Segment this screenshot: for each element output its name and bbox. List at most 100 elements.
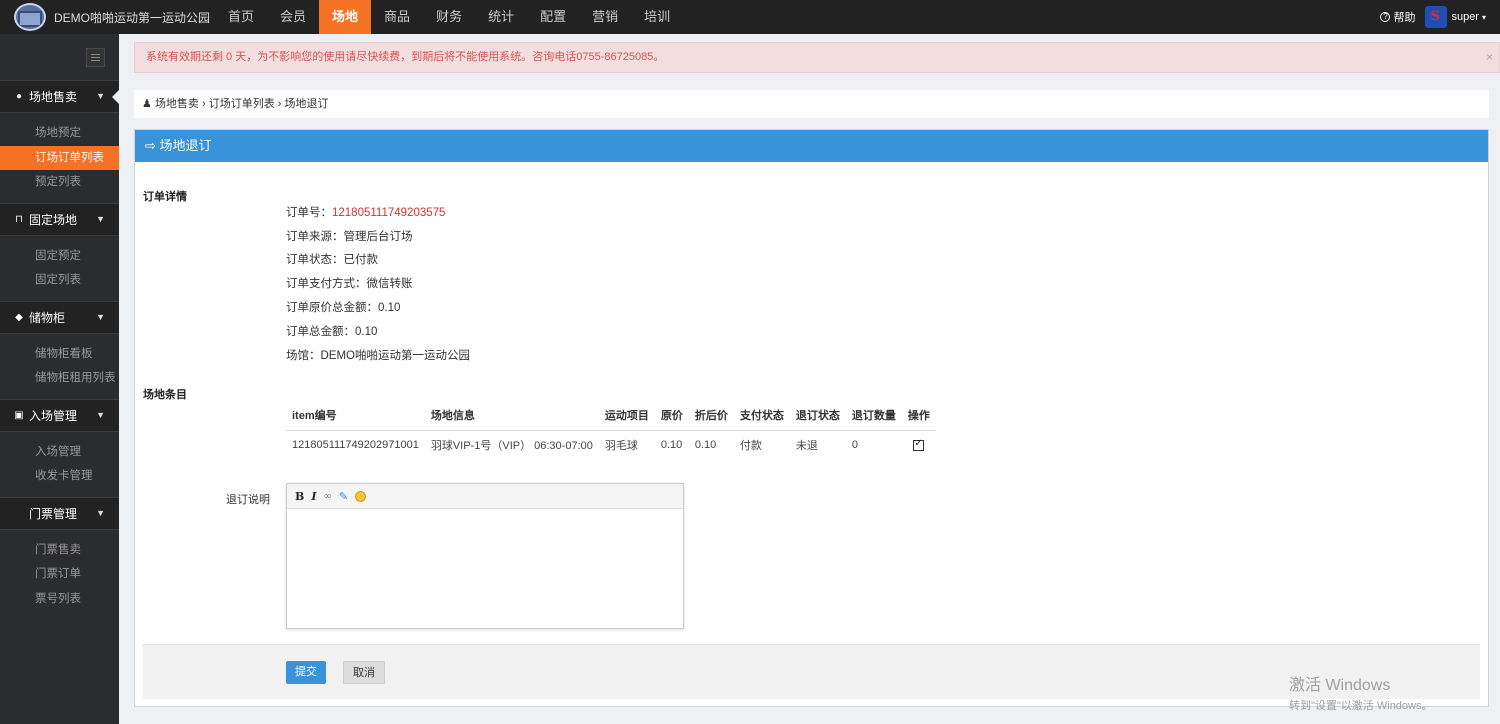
order-venue: 场馆：DEMO啪啪运动第一运动公园 — [286, 347, 470, 363]
brand[interactable]: DEMO啪啪运动第一运动公园 — [0, 0, 215, 34]
pencil-icon[interactable]: ✎ — [339, 490, 348, 503]
sidebar-group-label: 场地售卖 — [29, 90, 78, 104]
order-original-total: 订单原价总金额：0.10 — [286, 299, 400, 315]
watermark-title: 激活 Windows — [1289, 677, 1391, 694]
nav-item-home[interactable]: 首页 — [215, 0, 267, 34]
order-details-title: 订单详情 — [143, 191, 187, 203]
sidebar-item-fixed-booking[interactable]: 固定预定 — [0, 244, 119, 269]
nav-item-members[interactable]: 会员 — [267, 0, 319, 34]
chevron-down-icon: ▼ — [96, 409, 105, 420]
menu-toggle-icon[interactable] — [86, 47, 105, 67]
venue-items-title: 场地条目 — [143, 389, 187, 401]
row-action — [902, 430, 936, 460]
form-actions: 提交 取消 — [143, 644, 1480, 699]
column-header: 退订状态 — [789, 401, 846, 431]
refund-note-textarea[interactable] — [287, 509, 683, 628]
payment-method-value: 微信转账 — [366, 278, 413, 290]
sidebar-group-items: 门票售卖 门票订单 票号列表 — [0, 530, 119, 620]
sidebar-item-order-list[interactable]: 订场订单列表 — [0, 145, 119, 170]
sidebar-group-entry[interactable]: ▣ 入场管理 ▼ — [0, 398, 119, 432]
sidebar-item-locker-board[interactable]: 储物柜看板 — [0, 342, 119, 367]
refund-qty: 0 — [851, 439, 858, 452]
venue-value: DEMO啪啪运动第一运动公园 — [320, 350, 471, 362]
nav-item-finance[interactable]: 财务 — [423, 0, 475, 34]
order-source-label: 订单来源： — [286, 231, 344, 243]
sidebar-group-tickets[interactable]: 门票管理 ▼ — [0, 496, 119, 530]
discount-price: 0.10 — [694, 439, 717, 452]
sidebar-item-booking-list[interactable]: 预定列表 — [0, 170, 119, 195]
order-number: 订单号：121805111749203575 — [286, 204, 445, 220]
panel-title: 场地退订 — [159, 138, 212, 153]
order-status-label: 订单状态： — [286, 254, 344, 266]
refund-panel: ⇨ 场地退订 订单详情 订单号：121805111749203575 订单来源：… — [134, 129, 1489, 707]
venue-info: 羽球VIP-1号（VIP） 06:30-07:00 — [430, 440, 593, 453]
windows-activation-watermark: 激活 Windows 转到"设置"以激活 Windows。 — [1289, 671, 1433, 713]
nav-item-venue[interactable]: 场地 — [319, 0, 372, 34]
price: 0.10 — [660, 439, 683, 452]
refund-note-label: 退订说明 — [226, 494, 270, 506]
editor-toolbar: B I ∞ ✎ — [287, 484, 683, 509]
sidebar-item-ticket-orders[interactable]: 门票订单 — [0, 562, 119, 587]
sidebar-item-ticket-numbers[interactable]: 票号列表 — [0, 587, 119, 612]
user-menu[interactable]: super ▾ — [1425, 6, 1486, 28]
sidebar-toggle-area — [0, 34, 119, 80]
nav-item-training[interactable]: 培训 — [631, 0, 683, 34]
breadcrumb-item[interactable]: 订场订单列表 — [209, 98, 275, 110]
sidebar-item-entry-management[interactable]: 入场管理 — [0, 440, 119, 465]
column-header: 操作 — [901, 401, 936, 431]
venue-items-table: item编号 场地信息 运动项目 原价 折后价 支付状态 退订状态 退订数量 操… — [286, 401, 936, 460]
globe-icon: ● — [15, 91, 23, 102]
help-link[interactable]: ? 帮助 — [1380, 9, 1415, 25]
username: super — [1451, 11, 1479, 23]
chevron-down-icon: ▼ — [96, 91, 105, 101]
order-source-value: 管理后台订场 — [343, 231, 413, 243]
sidebar-group-venue-sales[interactable]: ● 场地售卖 ▼ — [0, 80, 120, 113]
brand-logo — [14, 3, 46, 31]
avatar — [1425, 6, 1448, 28]
payment-method-label: 订单支付方式： — [286, 278, 367, 290]
sidebar-item-venue-booking[interactable]: 场地预定 — [0, 121, 119, 146]
column-header: 退订数量 — [845, 401, 902, 431]
order-status-value: 已付款 — [343, 254, 379, 266]
sidebar-group-fixed-venue[interactable]: ⊓ 固定场地 ▼ — [0, 202, 119, 236]
order-payment-method: 订单支付方式：微信转账 — [286, 275, 413, 291]
cancel-button[interactable]: 取消 — [343, 661, 385, 684]
sidebar-item-fixed-list[interactable]: 固定列表 — [0, 268, 119, 293]
sidebar-group-items: 入场管理 收发卡管理 — [0, 432, 119, 497]
main-nav: 首页 会员 场地 商品 财务 统计 配置 营销 培训 — [215, 0, 683, 34]
sidebar-item-ticket-sales[interactable]: 门票售卖 — [0, 538, 119, 563]
order-source: 订单来源：管理后台订场 — [286, 228, 413, 244]
column-header: 场地信息 — [424, 401, 599, 431]
sidebar-group-lockers[interactable]: ◆ 储物柜 ▼ — [0, 300, 119, 334]
close-icon[interactable]: × — [1486, 43, 1493, 72]
breadcrumb: ♟ 场地售卖 › 订场订单列表 › 场地退订 — [134, 90, 1489, 118]
refund-note-editor: B I ∞ ✎ — [286, 483, 684, 629]
alert-text: 系统有效期还剩 0 天，为不影响您的使用请尽快续费，到期后将不能使用系统。咨询电… — [146, 51, 665, 63]
venue-label: 场馆： — [286, 350, 321, 362]
nav-item-config[interactable]: 配置 — [527, 0, 579, 34]
breadcrumb-item[interactable]: 场地售卖 — [155, 98, 199, 110]
breadcrumb-item-current: 场地退订 — [284, 98, 329, 110]
italic-icon[interactable]: I — [311, 490, 316, 503]
link-icon[interactable]: ∞ — [323, 491, 331, 502]
nav-item-stats[interactable]: 统计 — [475, 0, 527, 34]
emoji-icon[interactable] — [355, 490, 367, 502]
select-item-checkbox[interactable] — [913, 438, 925, 452]
sidebar-item-locker-rentals[interactable]: 储物柜租用列表 — [0, 366, 119, 391]
submit-button[interactable]: 提交 — [286, 661, 326, 684]
nav-item-marketing[interactable]: 营销 — [579, 0, 631, 34]
chevron-down-icon: ▼ — [96, 213, 105, 224]
table-header-row: item编号 场地信息 运动项目 原价 折后价 支付状态 退订状态 退订数量 操… — [286, 401, 936, 431]
nav-item-goods[interactable]: 商品 — [371, 0, 423, 34]
sidebar-group-label: 门票管理 — [29, 506, 78, 521]
id-card-icon: ▣ — [14, 409, 24, 421]
expiry-alert: 系统有效期还剩 0 天，为不影响您的使用请尽快续费，到期后将不能使用系统。咨询电… — [134, 42, 1500, 73]
sidebar-item-card-management[interactable]: 收发卡管理 — [0, 464, 119, 489]
refund-status: 未退 — [795, 440, 818, 453]
bold-icon[interactable]: B — [295, 490, 304, 503]
order-total: 订单总金额：0.10 — [286, 323, 377, 339]
original-total-value: 0.10 — [378, 302, 401, 314]
sidebar-group-items: 储物柜看板 储物柜租用列表 — [0, 334, 119, 399]
breadcrumb-separator: › — [277, 98, 282, 110]
breadcrumb-separator: › — [202, 98, 206, 110]
